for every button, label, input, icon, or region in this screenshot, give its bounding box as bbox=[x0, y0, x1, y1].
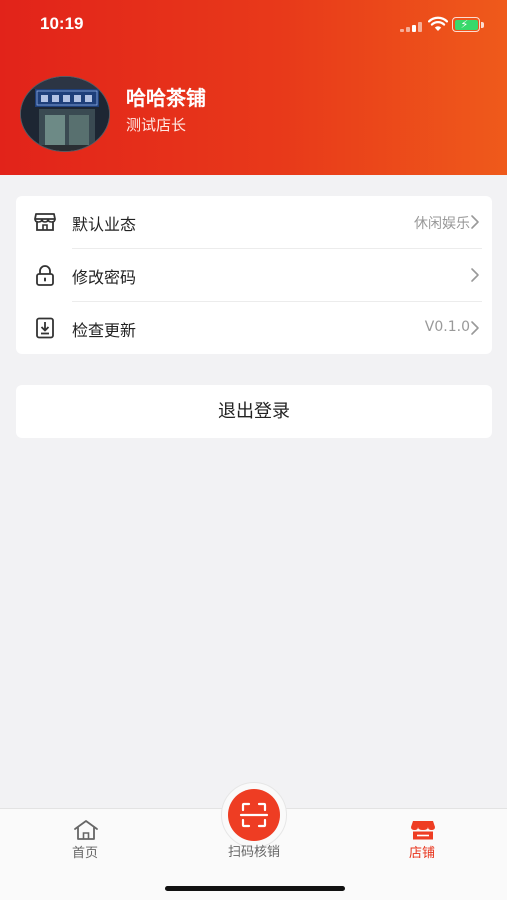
scan-icon bbox=[239, 802, 269, 828]
tab-label: 首页 bbox=[71, 846, 98, 861]
wifi-icon bbox=[428, 16, 448, 31]
tab-label: 店铺 bbox=[408, 846, 435, 861]
tab-label-scan[interactable]: 扫码核销 bbox=[204, 841, 304, 860]
app-version: V0.1.0 bbox=[424, 319, 470, 335]
battery-cap bbox=[481, 22, 484, 28]
settings-menu: 默认业态 休闲娱乐 修改密码 检查更新 V0.1.0 bbox=[16, 196, 492, 354]
lock-icon bbox=[36, 265, 54, 286]
scan-button-inner bbox=[228, 789, 280, 841]
shop-photo bbox=[21, 77, 109, 151]
menu-item-label: 检查更新 bbox=[72, 321, 137, 340]
menu-item-label: 默认业态 bbox=[72, 215, 137, 234]
chevron-right-icon bbox=[471, 268, 479, 282]
shop-role: 测试店长 bbox=[126, 116, 187, 134]
store-icon bbox=[411, 821, 435, 840]
status-time: 10:19 bbox=[40, 14, 84, 33]
profile-header: 10:19 ⚡ 哈哈茶铺 测试店长 bbox=[0, 0, 507, 175]
scan-button[interactable] bbox=[221, 782, 287, 848]
chevron-right-icon bbox=[471, 215, 479, 229]
avatar[interactable] bbox=[20, 76, 110, 152]
menu-item-change-password[interactable]: 修改密码 bbox=[16, 249, 492, 301]
home-indicator bbox=[165, 886, 345, 891]
logout-button[interactable]: 退出登录 bbox=[16, 385, 492, 438]
menu-item-value: 休闲娱乐 bbox=[414, 216, 470, 232]
menu-item-check-update[interactable]: 检查更新 V0.1.0 bbox=[16, 302, 492, 354]
cellular-signal-icon bbox=[400, 20, 422, 32]
download-icon bbox=[36, 317, 54, 339]
shop-name: 哈哈茶铺 bbox=[126, 86, 206, 110]
tab-home[interactable]: 首页 bbox=[35, 809, 135, 869]
battery-icon: ⚡ bbox=[452, 17, 480, 32]
tab-store[interactable]: 店铺 bbox=[372, 809, 472, 869]
menu-item-label: 修改密码 bbox=[72, 268, 137, 287]
status-bar: 10:19 ⚡ bbox=[0, 0, 507, 52]
home-icon bbox=[74, 820, 98, 840]
store-icon bbox=[34, 213, 56, 231]
menu-item-default-business-type[interactable]: 默认业态 休闲娱乐 bbox=[16, 196, 492, 248]
chevron-right-icon bbox=[471, 321, 479, 335]
